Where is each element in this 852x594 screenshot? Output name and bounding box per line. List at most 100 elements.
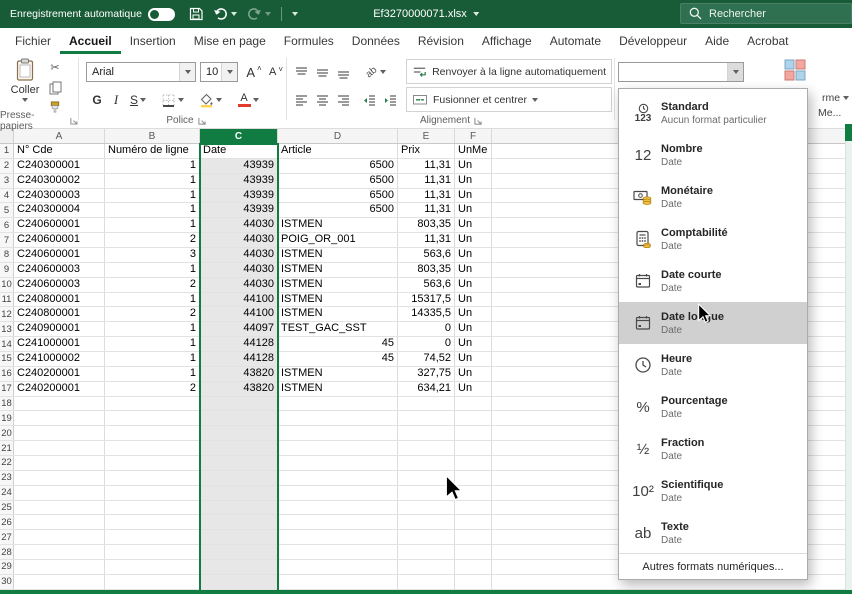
cell-B17[interactable]: 2 [105, 382, 200, 396]
align-bottom-button[interactable] [334, 62, 352, 82]
cell-A9[interactable]: C240600003 [14, 263, 105, 277]
cell-B3[interactable]: 1 [105, 174, 200, 188]
cell-A30[interactable] [14, 575, 105, 589]
cell-C15[interactable]: 44128 [200, 352, 278, 366]
cell-E18[interactable] [398, 397, 455, 411]
cell-F14[interactable]: Un [455, 337, 492, 351]
cell-A20[interactable] [14, 426, 105, 440]
cell-D28[interactable] [278, 545, 398, 559]
cell-E19[interactable] [398, 411, 455, 425]
cell-A12[interactable]: C240800001 [14, 307, 105, 321]
cell-D6[interactable]: ISTMEN [278, 218, 398, 232]
tab-aide[interactable]: Aide [696, 28, 738, 54]
cell-C23[interactable] [200, 471, 278, 485]
cell-A23[interactable] [14, 471, 105, 485]
cell-C9[interactable]: 44030 [200, 263, 278, 277]
cell-D5[interactable]: 6500 [278, 203, 398, 217]
cell-C21[interactable] [200, 441, 278, 455]
cell-D4[interactable]: 6500 [278, 189, 398, 203]
tab-insertion[interactable]: Insertion [121, 28, 185, 54]
cell-F17[interactable]: Un [455, 382, 492, 396]
cell-D30[interactable] [278, 575, 398, 589]
cell-C17[interactable]: 43820 [200, 382, 278, 396]
row-header-18[interactable]: 18 [0, 397, 14, 411]
cell-C24[interactable] [200, 486, 278, 500]
tab-mise-en-page[interactable]: Mise en page [185, 28, 275, 54]
cell-E3[interactable]: 11,31 [398, 174, 455, 188]
cell-B2[interactable]: 1 [105, 159, 200, 173]
row-header-1[interactable]: 1 [0, 144, 14, 158]
cell-D22[interactable] [278, 456, 398, 470]
undo-button[interactable] [213, 7, 237, 21]
cell-B18[interactable] [105, 397, 200, 411]
cell-B4[interactable]: 1 [105, 189, 200, 203]
cell-F2[interactable]: Un [455, 159, 492, 173]
cell-D18[interactable] [278, 397, 398, 411]
cell-B1[interactable]: Numéro de ligne [105, 144, 200, 158]
tab-acrobat[interactable]: Acrobat [738, 28, 797, 54]
cell-A8[interactable]: C240600001 [14, 248, 105, 262]
cell-E8[interactable]: 563,6 [398, 248, 455, 262]
cell-F28[interactable] [455, 545, 492, 559]
tab-formules[interactable]: Formules [275, 28, 343, 54]
cell-A27[interactable] [14, 530, 105, 544]
column-header-F[interactable]: F [455, 129, 492, 143]
cell-F4[interactable]: Un [455, 189, 492, 203]
cell-C18[interactable] [200, 397, 278, 411]
cell-D20[interactable] [278, 426, 398, 440]
cell-C5[interactable]: 43939 [200, 203, 278, 217]
cell-D21[interactable] [278, 441, 398, 455]
row-header-3[interactable]: 3 [0, 174, 14, 188]
row-header-5[interactable]: 5 [0, 203, 14, 217]
row-header-2[interactable]: 2 [0, 159, 14, 173]
redo-button[interactable] [247, 7, 271, 21]
cell-C27[interactable] [200, 530, 278, 544]
format-option-standard[interactable]: 123StandardAucun format particulier [619, 92, 807, 134]
cell-A28[interactable] [14, 545, 105, 559]
cell-F21[interactable] [455, 441, 492, 455]
cell-F7[interactable]: Un [455, 233, 492, 247]
cell-B22[interactable] [105, 456, 200, 470]
cell-A1[interactable]: N° Cde [14, 144, 105, 158]
cell-A10[interactable]: C240600003 [14, 278, 105, 292]
cell-B23[interactable] [105, 471, 200, 485]
wrap-text-button[interactable]: Renvoyer à la ligne automatiquement [406, 59, 612, 84]
cell-A5[interactable]: C240300004 [14, 203, 105, 217]
row-header-13[interactable]: 13 [0, 322, 14, 336]
cell-B21[interactable] [105, 441, 200, 455]
cell-D9[interactable]: ISTMEN [278, 263, 398, 277]
format-option-pourcentage[interactable]: %PourcentageDate [619, 386, 807, 428]
row-header-27[interactable]: 27 [0, 530, 14, 544]
row-header-7[interactable]: 7 [0, 233, 14, 247]
cell-E1[interactable]: Prix [398, 144, 455, 158]
document-title[interactable]: Ef3270000071.xlsx [373, 0, 479, 28]
cell-E24[interactable] [398, 486, 455, 500]
cell-C28[interactable] [200, 545, 278, 559]
cell-B27[interactable] [105, 530, 200, 544]
cell-C2[interactable]: 43939 [200, 159, 278, 173]
cell-F11[interactable]: Un [455, 293, 492, 307]
cell-F3[interactable]: Un [455, 174, 492, 188]
tab-accueil[interactable]: Accueil [60, 28, 121, 54]
align-center-button[interactable] [313, 90, 331, 110]
bold-button[interactable]: G [88, 90, 106, 110]
cell-F18[interactable] [455, 397, 492, 411]
cell-A26[interactable] [14, 515, 105, 529]
dialog-launcher-icon[interactable] [70, 117, 78, 125]
cell-F24[interactable] [455, 486, 492, 500]
column-header-D[interactable]: D [278, 129, 398, 143]
cell-C20[interactable] [200, 426, 278, 440]
cell-D17[interactable]: ISTMEN [278, 382, 398, 396]
cell-A21[interactable] [14, 441, 105, 455]
orientation-button[interactable]: ab [360, 62, 392, 82]
row-header-26[interactable]: 26 [0, 515, 14, 529]
row-header-23[interactable]: 23 [0, 471, 14, 485]
cell-E29[interactable] [398, 560, 455, 574]
cell-D3[interactable]: 6500 [278, 174, 398, 188]
cell-D2[interactable]: 6500 [278, 159, 398, 173]
cell-C25[interactable] [200, 501, 278, 515]
dialog-launcher-icon[interactable] [198, 117, 206, 125]
cell-D25[interactable] [278, 501, 398, 515]
cell-A13[interactable]: C240900001 [14, 322, 105, 336]
align-left-button[interactable] [292, 90, 310, 110]
